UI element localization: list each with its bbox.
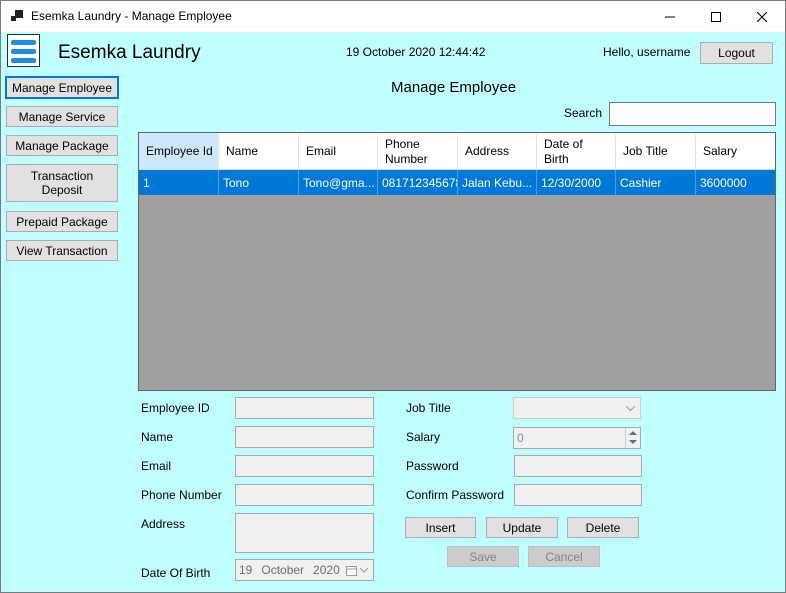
user-greeting: Hello, username [603,45,691,59]
insert-button[interactable]: Insert [405,517,476,538]
password-field[interactable] [514,455,642,477]
name-field[interactable] [235,426,374,448]
cell-name[interactable]: Tono [219,170,299,195]
employee-id-label: Employee ID [141,401,210,415]
sidebar-item-manage-employee[interactable]: Manage Employee [5,76,119,99]
confirm-password-label: Confirm Password [406,488,505,502]
salary-label: Salary [406,430,441,444]
sidebar-item-prepaid-package[interactable]: Prepaid Package [6,211,118,232]
grid-header: Employee Id Name Email Phone Number Addr… [139,133,775,170]
cell-job-title[interactable]: Cashier [616,170,696,195]
page-title: Manage Employee [391,79,517,96]
save-button[interactable]: Save [447,546,519,567]
calendar-icon [346,566,357,576]
spin-arrows[interactable] [625,428,640,448]
employee-id-field[interactable] [235,397,374,419]
email-field[interactable] [235,455,374,477]
dob-month: October [261,563,305,577]
column-header-email[interactable]: Email [299,133,378,170]
salary-value: 0 [517,431,524,445]
column-header-address[interactable]: Address [458,133,537,170]
cell-email[interactable]: Tono@gma... [299,170,378,195]
window-title: Esemka Laundry - Manage Employee [31,9,232,23]
maximize-button[interactable] [693,1,739,32]
maximize-icon [711,11,721,22]
table-row[interactable]: 1 Tono Tono@gma... 081712345678 Jalan Ke… [139,170,775,195]
column-header-employee-id[interactable]: Employee Id [139,133,219,170]
phone-number-field[interactable] [235,484,374,506]
cell-address[interactable]: Jalan Kebu... [458,170,537,195]
job-title-select[interactable] [513,397,641,419]
chevron-down-icon [629,440,637,444]
email-label: Email [141,459,172,473]
minimize-button[interactable] [647,1,693,32]
cell-salary[interactable]: 3600000 [696,170,775,195]
delete-button[interactable]: Delete [567,517,639,538]
hamburger-menu-icon[interactable] [7,34,40,67]
job-title-label: Job Title [406,401,451,415]
phone-number-label: Phone Number [141,488,222,502]
cancel-button[interactable]: Cancel [528,546,600,567]
update-button[interactable]: Update [486,517,558,538]
address-label: Address [141,517,186,531]
chevron-down-icon [626,406,635,412]
current-datetime: 19 October 2020 12:44:42 [346,45,486,59]
close-button[interactable] [739,1,785,32]
cell-employee-id[interactable]: 1 [139,170,219,195]
column-header-salary[interactable]: Salary [696,133,775,170]
dob-day: 19 [239,563,253,577]
chevron-up-icon [629,431,637,435]
cell-phone-number[interactable]: 081712345678 [378,170,458,195]
title-bar: Esemka Laundry - Manage Employee [1,1,785,32]
name-label: Name [141,430,174,444]
column-header-date-of-birth[interactable]: Date of Birth [537,133,616,170]
client-area: Esemka Laundry 19 October 2020 12:44:42 … [1,32,785,592]
date-of-birth-picker[interactable]: 19 October 2020 [235,559,374,581]
password-label: Password [406,459,459,473]
app-icon [11,10,23,22]
sidebar-item-manage-package[interactable]: Manage Package [6,135,118,156]
cell-date-of-birth[interactable]: 12/30/2000 [537,170,616,195]
column-header-phone-number[interactable]: Phone Number [378,133,458,170]
dob-year: 2020 [313,563,340,577]
employee-grid[interactable]: Employee Id Name Email Phone Number Addr… [138,132,776,391]
search-label: Search [564,106,603,120]
brand-title: Esemka Laundry [58,42,201,63]
date-of-birth-label: Date Of Birth [141,566,211,580]
salary-stepper[interactable]: 0 [513,427,641,449]
column-header-job-title[interactable]: Job Title [616,133,696,170]
sidebar-item-manage-service[interactable]: Manage Service [6,106,118,127]
address-field[interactable] [235,513,374,553]
search-input[interactable] [609,102,776,126]
sidebar-item-transaction-deposit[interactable]: Transaction Deposit [6,164,118,202]
app-window: Esemka Laundry - Manage Employee Esemka … [0,0,786,593]
close-icon [757,11,767,22]
minimize-icon [665,16,675,17]
confirm-password-field[interactable] [514,484,642,506]
chevron-down-icon [360,568,368,573]
sidebar-item-view-transaction[interactable]: View Transaction [6,240,118,261]
column-header-name[interactable]: Name [219,133,299,170]
logout-button[interactable]: Logout [700,42,773,64]
